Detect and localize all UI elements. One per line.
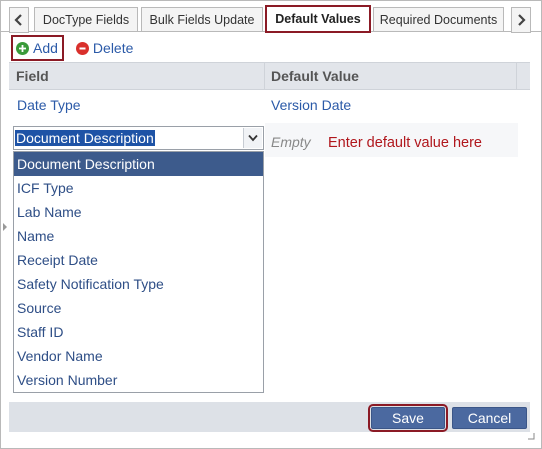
grid-header: Field Default Value xyxy=(9,62,530,90)
dropdown-option[interactable]: ICF Type xyxy=(14,176,263,200)
dropdown-option[interactable]: Safety Notification Type xyxy=(14,272,263,296)
column-header-default-value[interactable]: Default Value xyxy=(271,63,359,89)
arrow-left-icon xyxy=(14,14,22,26)
tab-default-values[interactable]: Default Values xyxy=(265,5,371,33)
dropdown-option[interactable]: Lab Name xyxy=(14,200,263,224)
dropdown-option[interactable]: Staff ID xyxy=(14,320,263,344)
tab-label: Default Values xyxy=(275,12,361,26)
splitter-handle-icon[interactable] xyxy=(3,223,7,231)
dropdown-option[interactable]: Receipt Date xyxy=(14,248,263,272)
delete-icon xyxy=(75,41,89,55)
delete-button-label: Delete xyxy=(92,40,134,56)
delete-button[interactable]: Delete xyxy=(75,40,134,56)
field-select[interactable]: Document Description xyxy=(13,126,264,150)
arrow-right-icon xyxy=(518,14,526,26)
column-header-field[interactable]: Field xyxy=(16,63,49,89)
chevron-down-icon xyxy=(248,134,258,142)
column-divider xyxy=(516,63,517,89)
dialog-frame: DocType Fields Bulk Fields Update Defaul… xyxy=(0,0,542,449)
tab-bulk-fields-update[interactable]: Bulk Fields Update xyxy=(141,7,263,31)
tab-label: Bulk Fields Update xyxy=(149,12,255,27)
grid-toolbar: Add Delete xyxy=(11,35,134,61)
tab-label: Required Documents xyxy=(379,12,498,27)
field-select-value: Document Description xyxy=(15,130,155,146)
dropdown-option[interactable]: Version Number xyxy=(14,368,263,392)
dropdown-option[interactable]: Document Description xyxy=(14,152,263,176)
dropdown-option[interactable]: Name xyxy=(14,224,263,248)
field-dropdown-list: Document Description ICF Type Lab Name N… xyxy=(13,151,264,393)
dropdown-option[interactable]: Vendor Name xyxy=(14,344,263,368)
field-select-toggle[interactable] xyxy=(243,128,262,148)
dropdown-option[interactable]: Source xyxy=(14,296,263,320)
add-button[interactable]: Add xyxy=(11,35,64,61)
row-value-cell[interactable]: Version Date xyxy=(271,97,351,113)
tab-bar: DocType Fields Bulk Fields Update Defaul… xyxy=(1,1,541,35)
annotation-hint: Enter default value here xyxy=(328,135,482,151)
add-button-label: Add xyxy=(33,40,58,56)
tab-required-documents[interactable]: Required Documents xyxy=(373,7,504,31)
save-button[interactable]: Save xyxy=(368,404,448,432)
column-divider xyxy=(264,63,265,89)
add-icon xyxy=(16,41,29,55)
cancel-button[interactable]: Cancel xyxy=(452,407,527,429)
resize-grip-icon[interactable] xyxy=(527,432,535,440)
row-field-cell[interactable]: Date Type xyxy=(17,97,81,113)
tab-scroll-left-button[interactable] xyxy=(9,7,29,33)
tab-label: DocType Fields xyxy=(42,12,130,27)
default-value-input[interactable]: Empty xyxy=(271,134,311,150)
tab-doctype-fields[interactable]: DocType Fields xyxy=(34,7,138,31)
tab-scroll-right-button[interactable] xyxy=(511,7,531,33)
